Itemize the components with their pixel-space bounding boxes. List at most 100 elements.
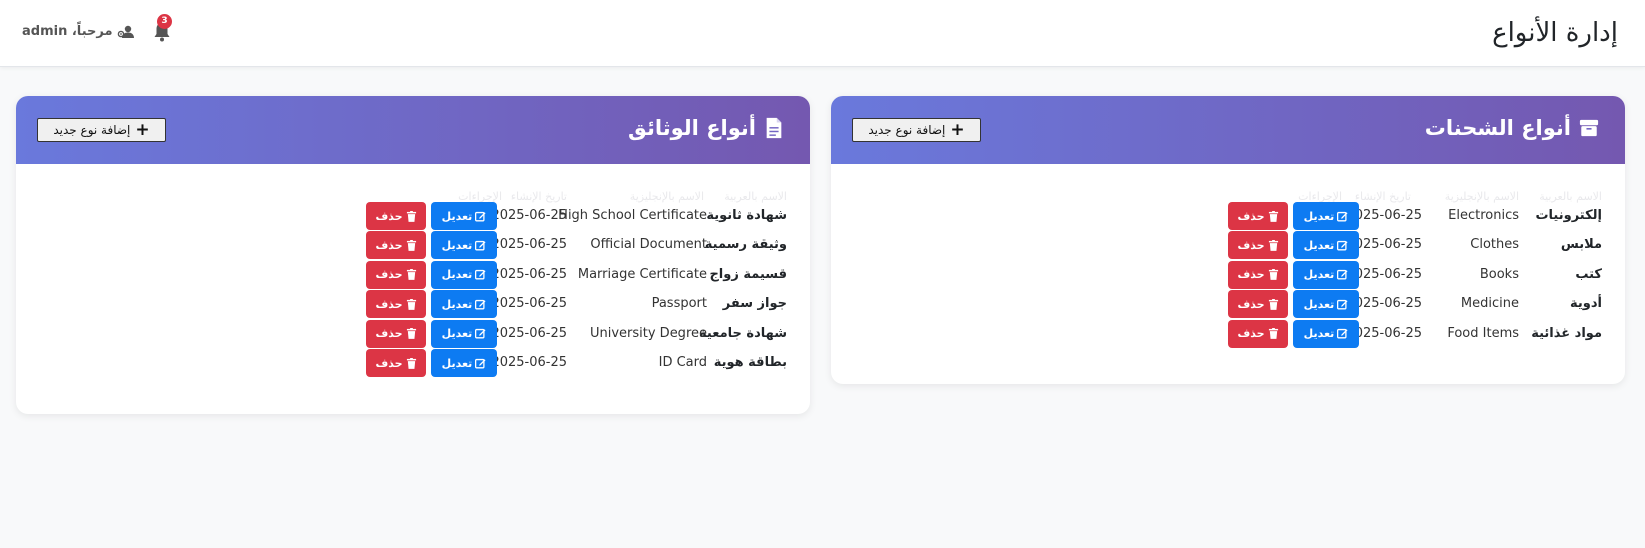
trash-icon [406, 328, 416, 339]
delete-button[interactable]: حذف [366, 349, 426, 377]
edit-button[interactable]: تعديل [431, 349, 497, 377]
edit-label: تعديل [441, 327, 473, 341]
name-ar-cell: قسيمة زواج [709, 266, 787, 282]
edit-button[interactable]: تعديل [1293, 231, 1359, 260]
delete-button[interactable]: حذف [1228, 290, 1288, 319]
delete-label: حذف [1237, 297, 1265, 311]
add-button-label: إضافة نوع جديد [868, 123, 946, 137]
delete-button[interactable]: حذف [1228, 231, 1288, 260]
trash-icon [406, 239, 416, 251]
delete-label: حذف [1237, 209, 1265, 223]
edit-icon [1337, 299, 1348, 310]
edit-label: تعديل [1303, 268, 1335, 282]
edit-button[interactable]: تعديل [431, 319, 497, 348]
table-row: أدوية Medicine 2025-06-25 تعديل حذف [1142, 290, 1602, 319]
edit-label: تعديل [441, 268, 473, 282]
delete-button[interactable]: حذف [366, 319, 426, 348]
name-en-cell: University Degree [589, 325, 707, 341]
table-row: جواز سفر Passport 2025-06-25 تعديل حذف [327, 290, 787, 319]
name-ar-cell: بطاقة هوية [713, 355, 787, 370]
edit-icon [475, 329, 486, 339]
delete-label: حذف [375, 356, 403, 370]
card-title-text: أنواع الوثائق [628, 116, 756, 140]
trash-icon [1268, 239, 1278, 251]
table-row: شهادة ثانوية High School Certificate 2025-… [327, 202, 787, 230]
edit-icon [475, 211, 486, 221]
trash-icon [1268, 210, 1278, 222]
delete-button[interactable]: حذف [366, 231, 426, 260]
edit-label: تعديل [1303, 209, 1335, 223]
edit-button[interactable]: تعديل [431, 231, 497, 260]
name-en-cell: Books [1479, 266, 1519, 282]
add-shipment-type-button[interactable]: + إضافة نوع جديد [852, 118, 981, 142]
card-title: أنواع الشحنات [1425, 116, 1599, 140]
edit-button[interactable]: تعديل [1293, 202, 1359, 230]
name-ar-cell: شهادة ثانوية [706, 208, 787, 223]
name-ar-cell: جواز سفر [722, 296, 787, 312]
name-en-cell: Official Document [590, 237, 707, 253]
edit-label: تعديل [1303, 238, 1335, 252]
trash-icon [406, 357, 416, 369]
delete-button[interactable]: حذف [366, 202, 426, 230]
table-row: ملابس Clothes 2025-06-25 تعديل حذف [1142, 231, 1602, 260]
documents-types-card: أنواع الوثائق + إضافة نوع جديد الاسم بال… [16, 96, 810, 414]
top-navbar: إدارة الأنواع مرحباً، admin 3 [0, 0, 1645, 67]
edit-icon [1337, 240, 1348, 251]
edit-button[interactable]: تعديل [1293, 319, 1359, 348]
trash-icon [406, 269, 416, 281]
delete-button[interactable]: حذف [366, 290, 426, 319]
edit-button[interactable]: تعديل [431, 290, 497, 319]
card-header: أنواع الشحنات + إضافة نوع جديد [831, 96, 1625, 164]
name-en-cell: Electronics [1448, 208, 1519, 223]
trash-icon [1268, 298, 1278, 310]
name-en-cell: Marriage Certificate [577, 266, 707, 282]
table-row: وثيقة رسمية Official Document 2025-06-25 تع… [327, 231, 787, 260]
page-title: إدارة الأنواع [1492, 18, 1618, 48]
table-row: شهادة جامعية University Degree 2025-06-25 ت… [327, 319, 787, 348]
add-button-label: إضافة نوع جديد [53, 123, 131, 137]
table-row: قسيمة زواج Marriage Certificate 2025-06-25… [327, 260, 787, 289]
card-header: أنواع الوثائق + إضافة نوع جديد [16, 96, 810, 164]
date-cell: 2025-06-25 [491, 355, 567, 370]
edit-icon [1337, 329, 1348, 339]
delete-label: حذف [375, 327, 403, 341]
delete-button[interactable]: حذف [1228, 319, 1288, 348]
edit-button[interactable]: تعديل [1293, 290, 1359, 319]
name-en-cell: High School Certificate [558, 208, 707, 223]
edit-label: تعديل [441, 297, 473, 311]
date-cell: 2025-06-25 [491, 325, 567, 341]
date-cell: 2025-06-25 [491, 296, 567, 312]
delete-label: حذف [375, 268, 403, 282]
date-cell: 2025-06-25 [491, 208, 567, 223]
plus-icon: + [950, 119, 965, 140]
user-menu[interactable]: مرحباً، admin [22, 24, 135, 39]
edit-button[interactable]: تعديل [1293, 260, 1359, 289]
trash-icon [406, 210, 416, 222]
name-ar-cell: وثيقة رسمية [704, 237, 787, 253]
edit-icon [475, 240, 486, 251]
name-en-cell: Food Items [1447, 325, 1519, 341]
edit-button[interactable]: تعديل [431, 260, 497, 289]
name-en-cell: Clothes [1470, 237, 1519, 253]
edit-label: تعديل [441, 238, 473, 252]
edit-button[interactable]: تعديل [431, 202, 497, 230]
table-row: مواد غذائية Food Items 2025-06-25 تعديل حذف [1142, 319, 1602, 348]
file-icon [766, 117, 782, 139]
delete-label: حذف [375, 297, 403, 311]
table-row: بطاقة هوية ID Card 2025-06-25 تعديل حذف [327, 349, 787, 377]
add-document-type-button[interactable]: + إضافة نوع جديد [37, 118, 166, 142]
delete-label: حذف [1237, 327, 1265, 341]
delete-button[interactable]: حذف [1228, 202, 1288, 230]
edit-icon [1337, 211, 1348, 221]
trash-icon [1268, 328, 1278, 339]
delete-button[interactable]: حذف [1228, 260, 1288, 289]
name-en-cell: Passport [651, 296, 707, 312]
trash-icon [406, 298, 416, 310]
card-title-text: أنواع الشحنات [1424, 116, 1571, 140]
shipment-types-card: أنواع الشحنات + إضافة نوع جديد الاسم بال… [831, 96, 1625, 384]
edit-label: تعديل [441, 209, 473, 223]
box-icon [1579, 119, 1599, 137]
delete-button[interactable]: حذف [366, 260, 426, 289]
edit-icon [475, 270, 486, 280]
date-cell: 2025-06-25 [491, 237, 567, 253]
